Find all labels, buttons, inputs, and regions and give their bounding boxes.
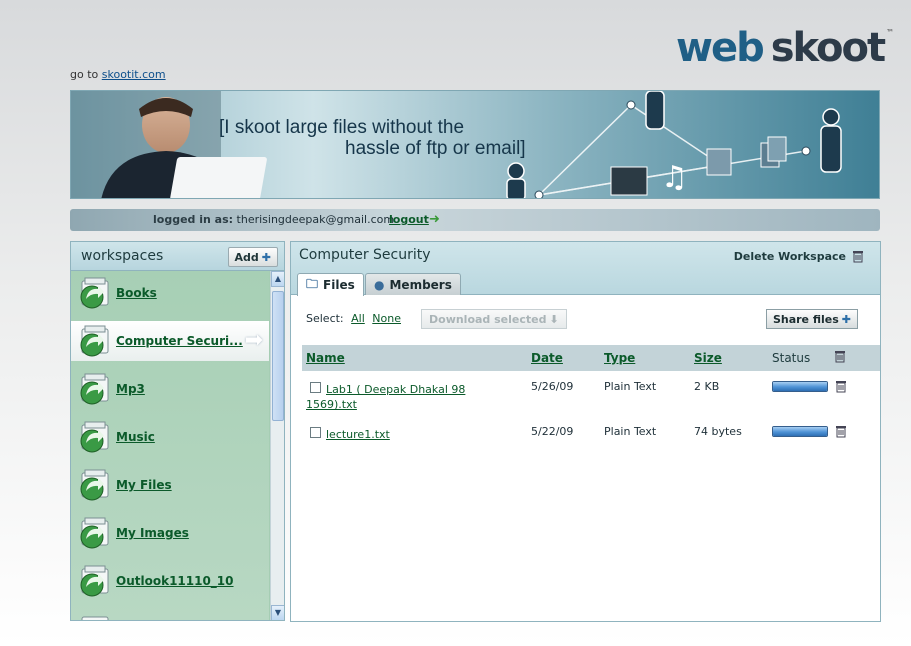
column-status: Status xyxy=(772,351,811,365)
arrow-right-icon[interactable]: ➜ xyxy=(429,213,440,227)
login-bar: logged in as: therisingdeepak@gmail.com … xyxy=(70,209,880,231)
logout-link[interactable]: logout xyxy=(389,213,429,226)
sidebar-item-partial[interactable] xyxy=(71,609,269,620)
file-date: 5/26/09 xyxy=(531,380,574,393)
tab-members-label: Members xyxy=(389,277,452,292)
login-status: logged in as: therisingdeepak@gmail.com xyxy=(153,213,394,226)
members-icon: ● xyxy=(374,277,385,292)
download-arrow-icon: ⬇ xyxy=(549,312,559,326)
tab-files-label: Files xyxy=(323,278,355,292)
workspace-header: Computer Security Delete Workspace 🗀 Fil… xyxy=(291,242,880,296)
delete-workspace-button[interactable]: Delete Workspace xyxy=(734,249,864,263)
workspaces-header: workspaces Add ✚ xyxy=(71,242,284,271)
plus-icon: ✚ xyxy=(841,312,851,326)
webskoot-logo: web skoot ™ xyxy=(676,24,894,68)
progress-fill xyxy=(773,427,827,436)
sidebar-item-label: Mp3 xyxy=(116,382,145,396)
trash-icon[interactable] xyxy=(835,424,847,438)
folder-arrow-icon xyxy=(80,421,109,453)
select-label: Select: xyxy=(306,312,344,325)
trash-icon[interactable] xyxy=(834,349,846,363)
folder-arrow-icon xyxy=(80,517,109,549)
select-all-link[interactable]: All xyxy=(351,312,365,325)
upload-progress-bar xyxy=(772,426,828,437)
workspace-scrollbar[interactable]: ▲ ▼ xyxy=(270,271,284,620)
upload-progress-bar xyxy=(772,381,828,392)
sidebar-item[interactable]: Computer Securi... ➡ xyxy=(71,321,269,361)
banner-line2: hassle of ftp or email] xyxy=(345,138,526,159)
file-table-header: Name Date Type Size Status xyxy=(302,345,880,371)
goto-line: go to skootit.com xyxy=(70,68,166,81)
sidebar-item[interactable]: Mp3 xyxy=(71,369,269,409)
svg-text:♫: ♫ xyxy=(661,160,688,195)
column-date[interactable]: Date xyxy=(531,351,563,365)
folder-arrow-icon xyxy=(80,565,109,597)
file-type: Plain Text xyxy=(604,380,657,393)
download-selected-button[interactable]: Download selected ⬇ xyxy=(421,309,567,329)
scroll-up-icon[interactable]: ▲ xyxy=(271,271,284,287)
share-files-button[interactable]: Share files ✚ xyxy=(765,309,858,329)
sidebar-item-label: Computer Securi... xyxy=(116,334,243,348)
sidebar-item[interactable]: Books xyxy=(71,273,269,313)
sidebar-item[interactable]: My Files xyxy=(71,465,269,505)
select-none-link[interactable]: None xyxy=(372,312,401,325)
folder-arrow-icon xyxy=(81,616,109,620)
workspace-main-panel: Computer Security Delete Workspace 🗀 Fil… xyxy=(290,241,881,622)
login-user: therisingdeepak@gmail.com xyxy=(236,213,395,226)
logo-web-text: web xyxy=(676,25,765,71)
skootit-link[interactable]: skootit.com xyxy=(102,68,166,81)
file-size: 2 KB xyxy=(694,380,720,393)
file-name-link[interactable]: lecture1.txt xyxy=(306,427,471,442)
banner-line1: [I skoot large files without the xyxy=(219,117,465,138)
folder-arrow-icon xyxy=(80,277,109,309)
workspace-list: Books Computer Securi... ➡ Mp3 Music My Files… xyxy=(71,271,269,620)
scroll-down-icon[interactable]: ▼ xyxy=(271,605,284,620)
file-type: Plain Text xyxy=(604,425,657,438)
files-icon: 🗀 xyxy=(306,276,319,291)
add-label: Add xyxy=(234,250,259,264)
trash-icon[interactable] xyxy=(835,379,847,393)
login-label: logged in as: xyxy=(153,213,234,226)
sidebar-item-label: My Images xyxy=(116,526,189,540)
workspace-title: Computer Security xyxy=(299,247,431,263)
goto-prefix: go to xyxy=(70,68,99,81)
column-name[interactable]: Name xyxy=(306,351,345,365)
folder-arrow-icon xyxy=(80,469,109,501)
delete-workspace-label: Delete Workspace xyxy=(733,249,846,263)
tab-members[interactable]: ● Members xyxy=(365,273,461,295)
folder-arrow-icon xyxy=(80,373,109,405)
hero-banner: ♫ [I skoot large files without the hassl… xyxy=(70,90,880,199)
sidebar-item[interactable]: Music xyxy=(71,417,269,457)
progress-fill xyxy=(773,382,827,391)
logo-tm: ™ xyxy=(886,28,895,37)
sidebar-item[interactable]: My Images xyxy=(71,513,269,553)
share-label: Share files xyxy=(772,312,839,326)
file-name-link[interactable]: Lab1 ( Deepak Dhakal 98 1569).txt xyxy=(306,382,471,412)
column-type[interactable]: Type xyxy=(604,351,635,365)
plus-icon: ✚ xyxy=(261,250,271,264)
scroll-thumb[interactable] xyxy=(272,291,284,421)
download-label: Download selected xyxy=(429,312,547,326)
logo-skoot-text: skoot xyxy=(770,25,886,71)
sidebar-item-label: Outlook11110_10 xyxy=(116,574,234,588)
trash-icon xyxy=(853,251,863,263)
sidebar-item-label: Music xyxy=(116,430,155,444)
column-size[interactable]: Size xyxy=(694,351,722,365)
banner-tagline: [I skoot large files without the hassle … xyxy=(219,117,526,159)
file-date: 5/22/09 xyxy=(531,425,574,438)
add-workspace-button[interactable]: Add ✚ xyxy=(227,247,278,267)
folder-arrow-icon xyxy=(80,325,109,357)
sidebar-item[interactable]: Outlook11110_10 xyxy=(71,561,269,601)
workspaces-title: workspaces xyxy=(81,248,164,264)
sidebar-item-label: My Files xyxy=(116,478,172,492)
select-controls: Select: All None xyxy=(306,312,401,325)
file-size: 74 bytes xyxy=(694,425,742,438)
sidebar-item-label: Books xyxy=(116,286,157,300)
workspaces-panel: workspaces Add ✚ Books Computer Securi...… xyxy=(70,241,285,621)
selected-arrow-icon: ➡ xyxy=(244,328,263,353)
tab-files[interactable]: 🗀 Files xyxy=(297,273,364,296)
